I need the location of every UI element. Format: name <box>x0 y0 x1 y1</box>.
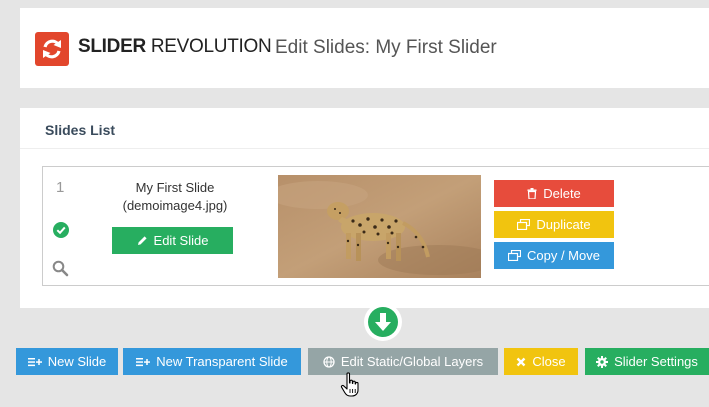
slide-thumbnail[interactable] <box>278 175 481 278</box>
close-icon <box>517 357 526 366</box>
check-circle-icon[interactable] <box>53 222 69 238</box>
slides-list-panel: Slides List 1 My First Slide (demoimage4… <box>20 108 709 308</box>
pencil-icon <box>137 236 147 245</box>
add-list-icon <box>27 357 42 366</box>
panel-title: Slides List <box>45 122 116 138</box>
copy-move-label: Copy / Move <box>527 248 600 263</box>
arrow-down-badge <box>368 307 398 337</box>
logo-text-bold: SLIDER <box>78 36 146 57</box>
duplicate-label: Duplicate <box>536 217 591 232</box>
new-transparent-slide-button[interactable]: New Transparent Slide <box>123 348 301 375</box>
slider-settings-button[interactable]: Slider Settings <box>585 348 709 375</box>
edit-slide-button[interactable]: Edit Slide <box>112 227 233 254</box>
trash-icon <box>527 188 537 199</box>
logo-text-light: REVOLUTION <box>150 36 272 57</box>
copy-move-slide-button[interactable]: Copy / Move <box>494 242 614 269</box>
hand-cursor-icon <box>340 372 362 403</box>
page-title: Edit Slides: My First Slider <box>275 37 497 58</box>
new-slide-button[interactable]: New Slide <box>16 348 118 375</box>
duplicate-icon <box>517 219 531 230</box>
close-button[interactable]: Close <box>504 348 578 375</box>
arrow-down-icon[interactable] <box>364 303 402 341</box>
edit-static-layers-label: Edit Static/Global Layers <box>340 354 484 369</box>
panel-divider <box>20 148 709 149</box>
close-label: Close <box>532 354 566 369</box>
delete-slide-button[interactable]: Delete <box>494 180 614 207</box>
globe-icon <box>323 355 335 368</box>
slide-card: 1 My First Slide (demoimage4.jpg) Edit S… <box>42 166 709 286</box>
delete-label: Delete <box>543 186 581 201</box>
new-transparent-slide-label: New Transparent Slide <box>156 354 288 369</box>
slide-title: My First Slide <box>135 180 215 195</box>
search-icon[interactable] <box>52 260 69 282</box>
new-slide-label: New Slide <box>47 354 107 369</box>
logo-refresh-icon <box>35 32 69 66</box>
slide-number: 1 <box>56 179 65 196</box>
gear-icon <box>596 355 609 368</box>
edit-slide-label: Edit Slide <box>153 233 209 248</box>
slide-filename: (demoimage4.jpg) <box>122 198 228 213</box>
slider-settings-label: Slider Settings <box>614 354 698 369</box>
edit-static-layers-button[interactable]: Edit Static/Global Layers <box>308 348 498 375</box>
duplicate-slide-button[interactable]: Duplicate <box>494 211 614 238</box>
logo-text: SLIDER REVOLUTION <box>78 36 272 58</box>
add-list-icon <box>136 357 151 366</box>
copy-icon <box>508 250 521 261</box>
header-bar: SLIDER REVOLUTION Edit Slides: My First … <box>20 8 709 88</box>
